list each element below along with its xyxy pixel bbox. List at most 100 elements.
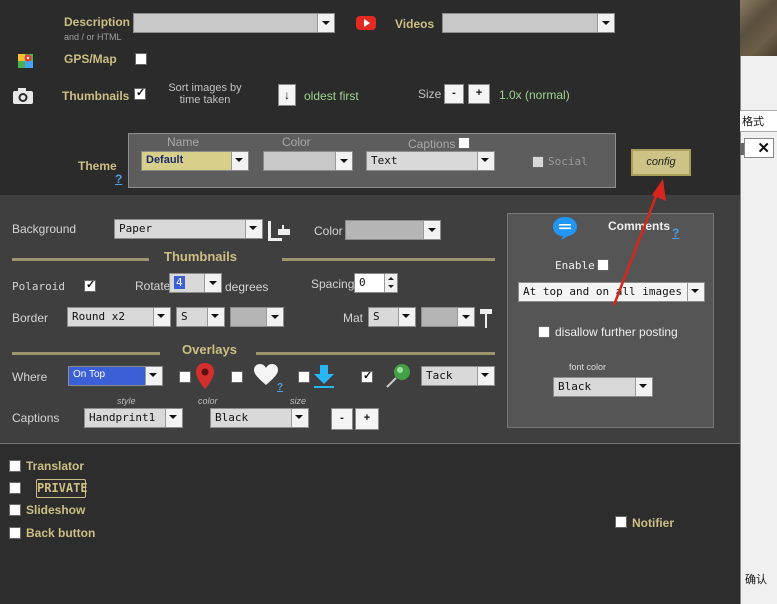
rotate-label: Rotate: [135, 279, 171, 293]
youtube-icon: [356, 16, 376, 30]
captions-label: Captions: [12, 411, 60, 425]
theme-color-select[interactable]: [263, 151, 353, 171]
description-select[interactable]: [133, 13, 335, 33]
pin-overlay-checkbox[interactable]: [179, 371, 191, 383]
arrow-overlay-checkbox[interactable]: [298, 371, 310, 383]
close-icon[interactable]: ✕: [744, 138, 774, 158]
thumbnails-checkbox[interactable]: [134, 86, 146, 100]
disallow-posting-label: disallow further posting: [555, 325, 678, 339]
border-size-chevron-down-icon: [211, 314, 219, 318]
font-color-select[interactable]: Black: [553, 377, 653, 397]
theme-captions-select[interactable]: Text: [366, 151, 495, 171]
enable-label: Enable: [555, 259, 595, 272]
background-edge: [740, 143, 744, 155]
bg-color-label: Color: [314, 224, 343, 238]
theme-captions-label: Captions: [408, 137, 456, 151]
border-style-select[interactable]: Round x2: [67, 307, 171, 327]
caption-size-decrease-button[interactable]: -: [331, 408, 353, 430]
background-chevron-down-icon: [249, 226, 257, 230]
rotate-select[interactable]: 4: [169, 273, 222, 293]
where-chevron-down-icon: [149, 373, 157, 377]
theme-name-select[interactable]: Default: [141, 151, 249, 171]
caption-size-label: size: [290, 396, 307, 406]
sort-label: Sort images by time taken: [168, 82, 242, 106]
size-label: Size: [418, 87, 442, 101]
mat-label: Mat: [343, 311, 364, 325]
thumbnails-label: Thumbnails: [62, 89, 130, 103]
tack-overlay-checkbox[interactable]: [361, 369, 373, 383]
degrees-label: degrees: [225, 280, 269, 294]
map-pin-icon: [17, 52, 35, 70]
size-value: 1.0x (normal): [499, 88, 570, 102]
paint-roller-icon[interactable]: [266, 219, 292, 243]
divider: [12, 258, 149, 261]
download-arrow-icon: [312, 364, 336, 390]
slideshow-label: Slideshow: [26, 503, 86, 517]
sort-direction-button[interactable]: ↓: [278, 84, 296, 106]
polaroid-label: Polaroid: [12, 280, 65, 293]
spacing-spin-buttons[interactable]: [384, 274, 397, 292]
translator-checkbox[interactable]: [9, 460, 21, 472]
description-label: Description: [64, 15, 131, 29]
theme-name-chevron-down-icon: [235, 158, 243, 162]
speech-bubble-icon: [551, 215, 579, 241]
background-photo: [740, 0, 777, 56]
notifier-label: Notifier: [632, 516, 674, 530]
caption-color-label: color: [198, 396, 218, 406]
annotation-arrow: [612, 179, 666, 306]
background-select[interactable]: Paper: [114, 219, 263, 239]
background-window: [740, 0, 777, 604]
font-color-label: font color: [569, 362, 607, 372]
background-text: 格式: [742, 115, 764, 128]
private-checkbox[interactable]: [9, 482, 21, 494]
videos-label: Videos: [395, 17, 435, 31]
caption-style-label: style: [117, 396, 136, 406]
border-label: Border: [12, 311, 49, 325]
theme-help-link[interactable]: ?: [115, 172, 122, 186]
heart-overlay-checkbox[interactable]: [231, 371, 243, 383]
mat-color-select[interactable]: [421, 307, 475, 327]
slideshow-checkbox[interactable]: [9, 504, 21, 516]
social-label: Social: [548, 155, 588, 168]
border-style-chevron-down-icon: [157, 314, 165, 318]
theme-label: Theme: [78, 159, 117, 173]
background-text: 确认: [745, 573, 767, 586]
spacing-value: 0: [359, 276, 366, 289]
size-increase-button[interactable]: +: [468, 84, 490, 104]
border-color-select[interactable]: [230, 307, 284, 327]
gps-label: GPS/Map: [64, 52, 117, 66]
thumbnails-header: Thumbnails: [164, 249, 237, 264]
spacing-label: Spacing: [311, 277, 355, 291]
overlay-help-link[interactable]: ?: [277, 382, 283, 393]
config-button[interactable]: config: [631, 149, 691, 176]
disallow-posting-checkbox[interactable]: [538, 326, 550, 338]
translator-label: Translator: [26, 459, 85, 473]
theme-captions-checkbox[interactable]: [458, 137, 470, 149]
back-button-label: Back button: [26, 526, 96, 540]
pushpin-icon: [383, 362, 413, 390]
theme-captions-chevron-down-icon: [481, 158, 489, 162]
divider: [12, 352, 160, 355]
polaroid-checkbox[interactable]: [84, 278, 96, 292]
back-button-checkbox[interactable]: [9, 527, 21, 539]
divider: [282, 258, 495, 261]
caption-size-increase-button[interactable]: +: [355, 408, 379, 430]
map-pin-icon: [195, 362, 215, 390]
caption-style-chevron-down-icon: [169, 415, 177, 419]
divider: [256, 352, 495, 355]
gps-checkbox[interactable]: [135, 53, 147, 65]
private-badge: PRIVATE: [36, 479, 88, 498]
mat-size-chevron-down-icon: [402, 314, 410, 318]
notifier-checkbox[interactable]: [615, 516, 627, 528]
font-color-chevron-down-icon: [639, 384, 647, 388]
theme-name-label: Name: [167, 135, 200, 149]
paint-roller-icon[interactable]: [479, 306, 493, 330]
size-decrease-button[interactable]: -: [444, 84, 464, 104]
sort-value: oldest first: [304, 89, 359, 103]
theme-color-label: Color: [282, 135, 311, 149]
bg-color-select[interactable]: [345, 220, 441, 240]
overlay-style-chevron-down-icon: [481, 373, 489, 377]
videos-select[interactable]: [442, 13, 615, 33]
social-checkbox[interactable]: [532, 156, 544, 168]
heart-icon: [253, 363, 279, 387]
